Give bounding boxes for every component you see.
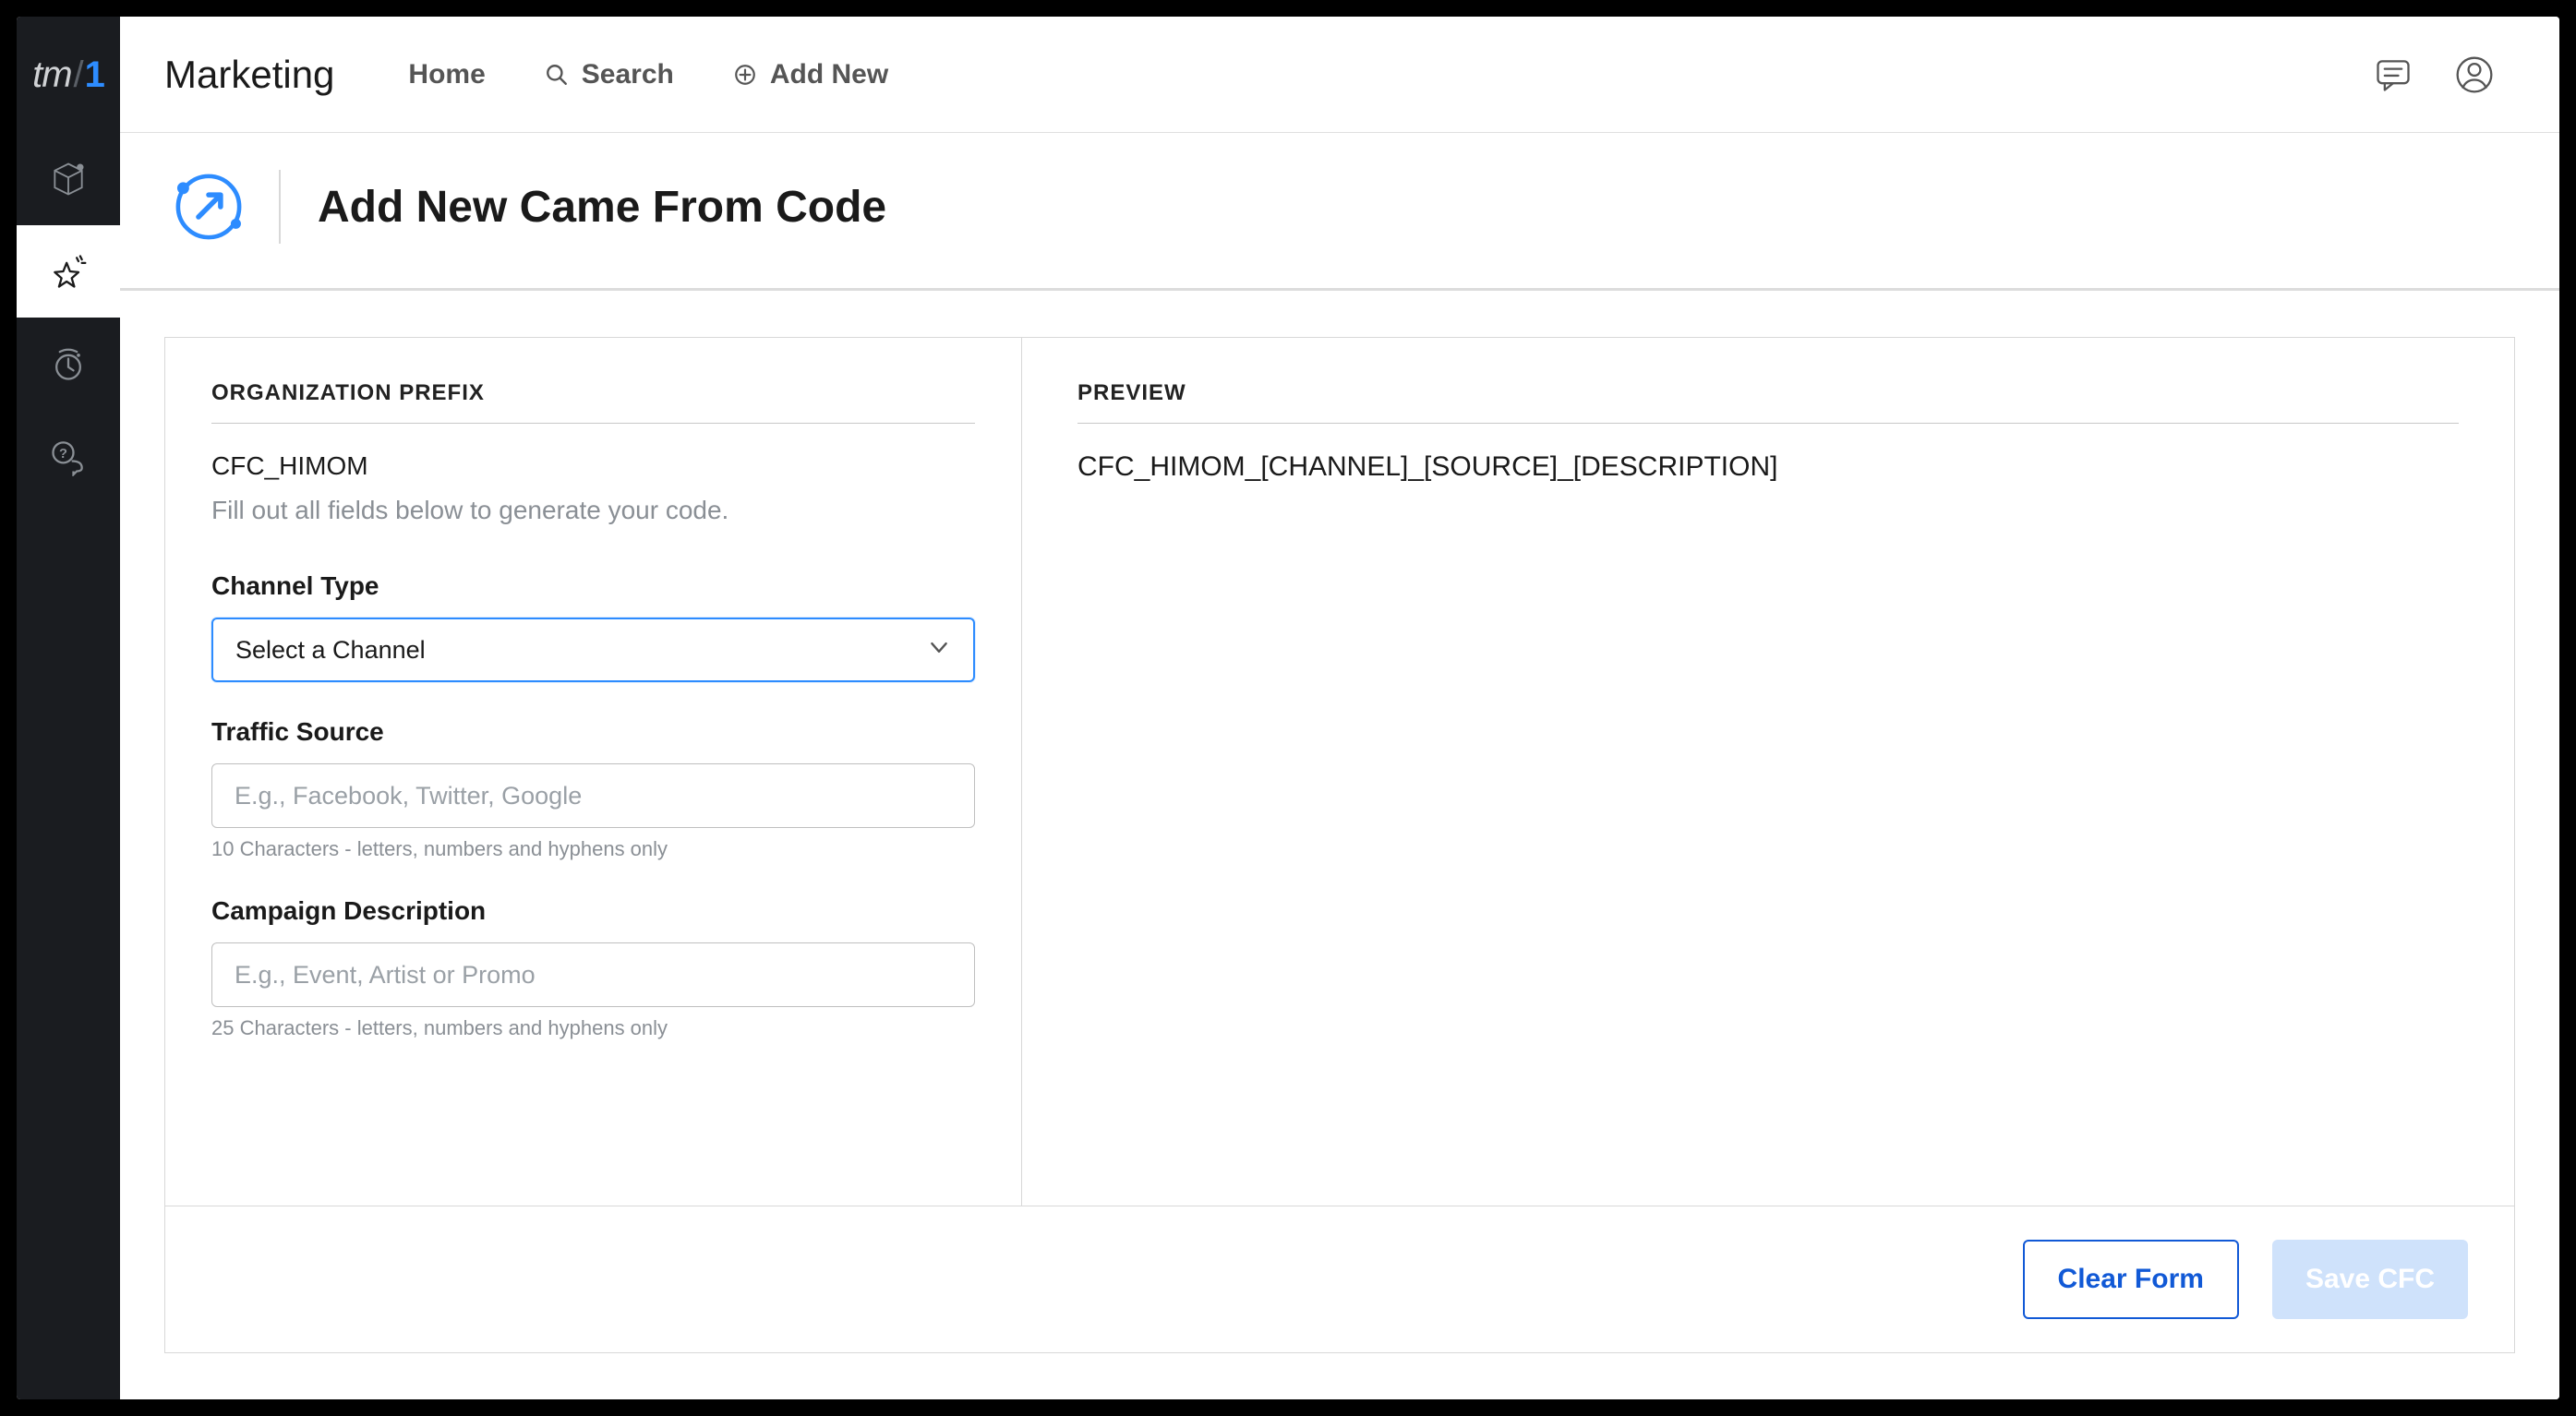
- channel-type-select[interactable]: Select a Channel: [211, 618, 975, 682]
- sidebar: tm/1: [17, 17, 120, 1399]
- app-frame: tm/1: [17, 17, 2559, 1399]
- page-title: Add New Came From Code: [318, 182, 886, 233]
- nav-search[interactable]: Search: [545, 59, 674, 90]
- chat-icon: [2373, 54, 2413, 95]
- nav-add-new-label: Add New: [770, 59, 888, 90]
- sidebar-item-marketing[interactable]: [17, 225, 120, 318]
- save-cfc-label: Save CFC: [2305, 1264, 2435, 1295]
- svg-text:?: ?: [59, 447, 67, 462]
- sidebar-item-analytics[interactable]: [17, 133, 120, 225]
- topbar-icons: [2371, 53, 2515, 97]
- timer-icon: [48, 343, 89, 384]
- help-chat-icon: ?: [48, 436, 89, 476]
- traffic-source-input[interactable]: [211, 763, 975, 828]
- page-header: Add New Came From Code: [120, 133, 2559, 291]
- helper-text: Fill out all fields below to generate yo…: [211, 496, 975, 525]
- traffic-source-help: 10 Characters - letters, numbers and hyp…: [211, 837, 975, 861]
- traffic-source-label: Traffic Source: [211, 717, 975, 747]
- content-area: ORGANIZATION PREFIX CFC_HIMOM Fill out a…: [120, 291, 2559, 1399]
- save-cfc-button[interactable]: Save CFC: [2272, 1240, 2468, 1319]
- campaign-desc-input[interactable]: [211, 942, 975, 1007]
- analytics-cube-icon: [48, 159, 89, 199]
- campaign-desc-label: Campaign Description: [211, 896, 975, 926]
- right-column: PREVIEW CFC_HIMOM_[CHANNEL]_[SOURCE]_[DE…: [1022, 338, 2514, 1206]
- nav-home[interactable]: Home: [408, 59, 485, 90]
- logo: tm/1: [17, 17, 120, 133]
- user-circle-icon: [2454, 54, 2495, 95]
- channel-type-selected: Select a Channel: [235, 636, 426, 665]
- logo-one: 1: [85, 54, 104, 96]
- plus-circle-icon: [733, 63, 757, 87]
- page-icon: [164, 162, 253, 251]
- panel-body: ORGANIZATION PREFIX CFC_HIMOM Fill out a…: [165, 338, 2514, 1206]
- module-name: Marketing: [164, 53, 334, 97]
- nav-home-label: Home: [408, 59, 485, 90]
- nav-add-new[interactable]: Add New: [733, 59, 888, 90]
- org-prefix-label: ORGANIZATION PREFIX: [211, 380, 975, 424]
- preview-label: PREVIEW: [1077, 380, 2459, 424]
- left-column: ORGANIZATION PREFIX CFC_HIMOM Fill out a…: [165, 338, 1022, 1206]
- clear-form-label: Clear Form: [2058, 1264, 2204, 1295]
- logo-slash: /: [74, 54, 83, 96]
- star-sparkle-icon: [48, 251, 89, 292]
- profile-button[interactable]: [2452, 53, 2497, 97]
- search-icon: [545, 63, 569, 87]
- field-traffic-source: Traffic Source 10 Characters - letters, …: [211, 717, 975, 861]
- nav-search-label: Search: [582, 59, 674, 90]
- field-campaign-desc: Campaign Description 25 Characters - let…: [211, 896, 975, 1040]
- sidebar-item-help[interactable]: ?: [17, 410, 120, 502]
- panel: ORGANIZATION PREFIX CFC_HIMOM Fill out a…: [164, 337, 2515, 1353]
- sidebar-item-timer[interactable]: [17, 318, 120, 410]
- main: Marketing Home Search Add New: [120, 17, 2559, 1399]
- chevron-down-icon: [927, 636, 951, 665]
- panel-footer: Clear Form Save CFC: [165, 1206, 2514, 1352]
- page-header-divider: [279, 170, 281, 244]
- channel-type-label: Channel Type: [211, 571, 975, 601]
- messages-button[interactable]: [2371, 53, 2415, 97]
- field-channel-type: Channel Type Select a Channel: [211, 571, 975, 682]
- org-prefix-value: CFC_HIMOM: [211, 451, 975, 481]
- logo-tm: tm: [32, 54, 71, 96]
- nav-links: Home Search Add New: [408, 59, 888, 90]
- preview-value: CFC_HIMOM_[CHANNEL]_[SOURCE]_[DESCRIPTIO…: [1077, 451, 2459, 483]
- campaign-desc-help: 25 Characters - letters, numbers and hyp…: [211, 1016, 975, 1040]
- clear-form-button[interactable]: Clear Form: [2023, 1240, 2239, 1319]
- topbar: Marketing Home Search Add New: [120, 17, 2559, 133]
- orbit-arrow-icon: [166, 164, 251, 249]
